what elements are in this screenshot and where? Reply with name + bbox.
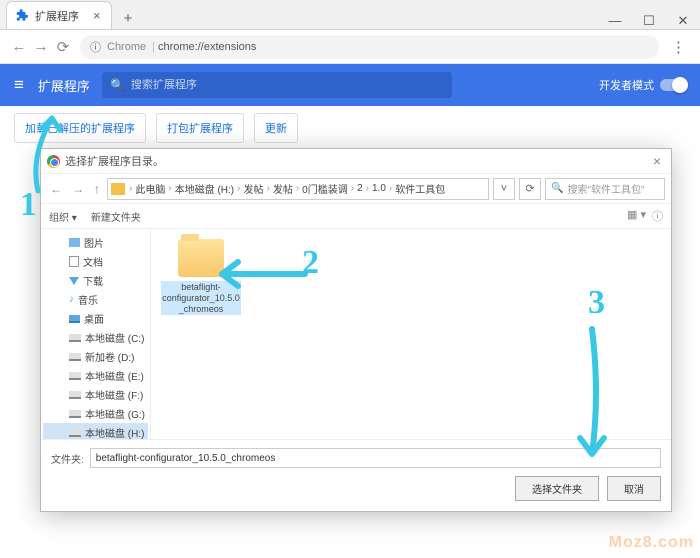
extensions-actions: 加载已解压的扩展程序 打包扩展程序 更新	[0, 106, 700, 150]
tree-item[interactable]: 本地磁盘 (G:)	[43, 404, 148, 423]
devmode-label: 开发者模式	[599, 77, 654, 93]
dl-icon	[69, 277, 79, 285]
tree-item-label: 本地磁盘 (E:)	[85, 368, 144, 383]
devmode-toggle[interactable]	[660, 79, 686, 91]
path-dropdown-button[interactable]: ˅	[493, 178, 515, 200]
help-button[interactable]: ⓘ	[652, 208, 663, 224]
tree-item-label: 音乐	[78, 292, 98, 307]
tree-item-label: 新加卷 (D:)	[85, 349, 134, 364]
dialog-titlebar: 选择扩展程序目录。 ×	[41, 149, 671, 173]
pic-icon	[69, 238, 80, 247]
dialog-close-button[interactable]: ×	[649, 153, 665, 169]
tree-item-label: 文档	[83, 254, 103, 269]
tab-title: 扩展程序	[35, 8, 79, 24]
extension-icon	[15, 9, 29, 23]
path-up-button[interactable]: ↑	[91, 182, 103, 196]
dialog-toolbar: 组织 ▾ 新建文件夹 ▦ ▾ ⓘ	[41, 203, 671, 229]
path-refresh-button[interactable]: ⟳	[519, 178, 541, 200]
tree-item[interactable]: 文档	[43, 252, 148, 271]
watermark: Moz8.com	[609, 534, 694, 552]
dialog-search[interactable]: 🔍 搜索"软件工具包"	[545, 178, 665, 200]
back-button[interactable]: ←	[8, 38, 30, 55]
dialog-path-bar: ← → ↑ › 此电脑› 本地磁盘 (H:)› 发帖› 发帖› 0门槛装调› 2…	[41, 173, 671, 203]
tree-item-label: 桌面	[84, 311, 104, 326]
browser-titlebar: 扩展程序 × + — ☐ ✕	[0, 0, 700, 30]
tree-item-label: 本地磁盘 (F:)	[85, 387, 143, 402]
drive-icon	[111, 183, 125, 195]
filename-label: 文件夹:	[51, 451, 84, 466]
annotation-arrow-2	[210, 254, 310, 294]
view-icons-button[interactable]: ▦ ▾	[627, 208, 646, 224]
tree-item[interactable]: 桌面	[43, 309, 148, 328]
organize-button[interactable]: 组织 ▾	[49, 209, 77, 224]
address-bar: ← → ⟳ ⓘ Chrome | chrome://extensions ⋮	[0, 30, 700, 64]
drv-icon	[69, 410, 81, 418]
folder-tree[interactable]: 图片文档下载 ♪ 音乐桌面本地磁盘 (C:) 新加卷 (D:) 本地磁盘 (E:) 本地磁…	[41, 229, 151, 439]
extensions-search[interactable]: 🔍	[102, 72, 452, 98]
forward-button[interactable]: →	[30, 38, 52, 55]
window-minimize[interactable]: —	[598, 13, 632, 29]
new-folder-button[interactable]: 新建文件夹	[91, 209, 141, 224]
search-icon: 🔍	[110, 78, 125, 92]
tree-item[interactable]: 本地磁盘 (F:)	[43, 385, 148, 404]
tree-item-label: 本地磁盘 (C:)	[85, 330, 144, 345]
tree-item[interactable]: 下载	[43, 271, 148, 290]
drv-icon	[69, 372, 81, 380]
tab-close-icon[interactable]: ×	[93, 8, 101, 23]
tree-item[interactable]: ♪ 音乐	[43, 290, 148, 309]
reload-button[interactable]: ⟳	[52, 38, 74, 56]
address-path: chrome://extensions	[158, 41, 256, 53]
music-icon: ♪	[69, 294, 74, 305]
page-title: 扩展程序	[38, 76, 90, 95]
tree-item[interactable]: 本地磁盘 (H:)	[43, 423, 148, 439]
extensions-header: ≡ 扩展程序 🔍 开发者模式	[0, 64, 700, 106]
address-field[interactable]: ⓘ Chrome | chrome://extensions	[80, 35, 659, 59]
tree-item[interactable]: 本地磁盘 (E:)	[43, 366, 148, 385]
tree-item[interactable]: 图片	[43, 233, 148, 252]
update-button[interactable]: 更新	[254, 113, 298, 143]
tree-item-label: 本地磁盘 (H:)	[85, 425, 144, 439]
new-tab-button[interactable]: +	[118, 8, 139, 29]
tree-item-label: 本地磁盘 (G:)	[85, 406, 145, 421]
pack-extension-button[interactable]: 打包扩展程序	[156, 113, 244, 143]
tree-item[interactable]: 新加卷 (D:)	[43, 347, 148, 366]
annotation-arrow-1	[18, 106, 78, 196]
search-icon: 🔍	[551, 183, 563, 194]
window-maximize[interactable]: ☐	[632, 13, 666, 29]
browser-tab[interactable]: 扩展程序 ×	[6, 1, 112, 29]
tree-item-label: 图片	[84, 235, 104, 250]
tree-item[interactable]: 本地磁盘 (C:)	[43, 328, 148, 347]
window-controls: — ☐ ✕	[598, 13, 700, 29]
drv-icon	[69, 391, 81, 399]
address-host: Chrome	[107, 41, 146, 53]
drv-icon	[69, 429, 81, 437]
annotation-arrow-3	[572, 324, 612, 464]
browser-menu-icon[interactable]: ⋮	[665, 38, 692, 56]
info-icon: ⓘ	[90, 39, 101, 55]
tree-item-label: 下载	[83, 273, 103, 288]
developer-mode: 开发者模式	[599, 77, 686, 93]
drv-icon	[69, 353, 81, 361]
select-folder-button[interactable]: 选择文件夹	[515, 476, 599, 501]
search-input[interactable]	[131, 79, 444, 91]
dialog-search-placeholder: 搜索"软件工具包"	[567, 181, 644, 196]
cancel-button[interactable]: 取消	[607, 476, 661, 501]
dialog-title: 选择扩展程序目录。	[65, 153, 164, 169]
window-close[interactable]: ✕	[666, 13, 700, 29]
desk-icon	[69, 315, 80, 323]
doc-icon	[69, 256, 79, 267]
menu-icon[interactable]: ≡	[14, 75, 24, 95]
breadcrumb[interactable]: › 此电脑› 本地磁盘 (H:)› 发帖› 发帖› 0门槛装调› 2› 1.0›…	[107, 178, 489, 200]
drv-icon	[69, 334, 81, 342]
